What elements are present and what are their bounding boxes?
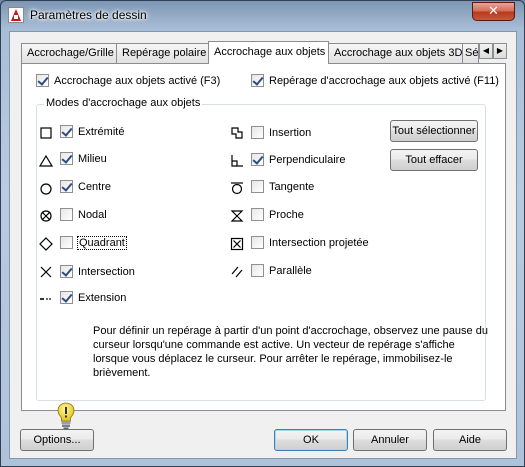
snap-modes-group: Modes d'accrochage aux objets Extrémité … [36,97,488,430]
mode-endpoint[interactable]: Extrémité [60,125,124,138]
intersection-checkbox[interactable] [60,265,73,278]
mode-perpendicular[interactable]: Perpendiculaire [251,153,345,166]
center-checkbox[interactable] [60,180,73,193]
insertion-checkbox[interactable] [251,126,264,139]
endpoint-checkbox[interactable] [60,125,73,138]
tangent-checkbox[interactable] [251,180,264,193]
mode-intersection[interactable]: Intersection [60,265,135,278]
quadrant-icon [39,237,53,251]
tracking-on-checkbox[interactable] [251,74,264,87]
window-title: Paramètres de dessin [30,8,147,22]
parallel-checkbox[interactable] [251,264,264,277]
center-icon [40,183,52,195]
center-label: Centre [78,180,112,193]
perpendicular-icon [231,155,243,167]
insertion-label: Insertion [269,126,312,139]
endpoint-icon [40,127,52,139]
mode-node[interactable]: Nodal [60,208,107,221]
help-button[interactable]: Aide [433,429,507,451]
tab-object-snap[interactable]: Accrochage aux objets [208,41,329,64]
node-checkbox[interactable] [60,208,73,221]
nearest-label: Proche [269,208,304,221]
apparent-intersection-label: Intersection projetée [269,236,369,249]
mode-tangent[interactable]: Tangente [251,180,314,193]
close-button[interactable]: ✕ [472,2,515,21]
tangent-icon [231,182,243,195]
intersection-label: Intersection [78,265,135,278]
intersection-icon [40,266,52,278]
tab-scroll-left-button[interactable]: ◀ [479,43,493,59]
mode-midpoint[interactable]: Milieu [60,152,107,165]
lightbulb-icon [57,402,75,430]
extension-label: Extension [78,291,127,304]
insertion-icon [231,127,243,139]
tracking-info-text: Pour définir un repérage à partir d'un p… [93,325,488,379]
midpoint-checkbox[interactable] [60,152,73,165]
osnap-on-row[interactable]: Accrochage aux objets activé (F3) [36,74,220,87]
perpendicular-label: Perpendiculaire [269,153,346,166]
parallel-label: Parallèle [269,264,312,277]
tab-snap-grid[interactable]: Accrochage/Grille [21,43,117,63]
tab-3d-object-snap[interactable]: Accrochage aux objets 3D [328,43,463,63]
osnap-on-checkbox[interactable] [36,74,49,87]
tangent-label: Tangente [269,180,315,193]
tracking-on-row[interactable]: Repérage d'accrochage aux objets activé … [251,74,499,87]
ok-button[interactable]: OK [274,429,348,451]
mode-extension[interactable]: Extension [60,291,126,304]
mode-center[interactable]: Centre [60,180,111,193]
mode-apparent-intersection[interactable]: Intersection projetée [251,236,369,249]
snap-modes-group-label: Modes d'accrochage aux objets [44,97,203,109]
select-all-button[interactable]: Tout sélectionner [390,120,478,142]
tab-polar-tracking[interactable]: Repérage polaire [116,43,210,63]
tab-scroll-right-button[interactable]: ▶ [493,43,507,59]
node-icon [40,210,52,222]
tab-strip: Accrochage/Grille Repérage polaire Accro… [21,41,507,64]
drawing-settings-dialog: Paramètres de dessin ✕ Accrochage/Grille… [0,0,525,467]
midpoint-label: Milieu [78,152,107,165]
extension-icon [40,298,51,300]
cancel-button[interactable]: Annuler [353,429,427,451]
nearest-checkbox[interactable] [251,208,264,221]
midpoint-icon [39,154,53,167]
mode-parallel[interactable]: Parallèle [251,264,312,277]
quadrant-label: Quadrant [77,235,127,250]
object-snap-panel: Accrochage aux objets activé (F3) Repéra… [21,63,506,430]
apparent-intersection-icon [230,237,244,251]
dialog-client: Accrochage/Grille Repérage polaire Accro… [9,31,517,459]
endpoint-label: Extrémité [78,125,125,138]
nearest-icon [230,210,244,222]
quadrant-checkbox[interactable] [60,236,73,249]
perpendicular-checkbox[interactable] [251,153,264,166]
tracking-on-label: Repérage d'accrochage aux objets activé … [269,74,499,87]
options-button[interactable]: Options... [20,429,94,451]
mode-nearest[interactable]: Proche [251,208,304,221]
title-bar[interactable]: Paramètres de dessin ✕ [1,1,524,30]
mode-insertion[interactable]: Insertion [251,126,311,139]
tab-dynamic-input[interactable]: Sé [462,43,479,63]
parallel-icon [231,266,243,278]
apparent-intersection-checkbox[interactable] [251,236,264,249]
node-label: Nodal [78,208,107,221]
osnap-on-label: Accrochage aux objets activé (F3) [54,74,221,87]
clear-all-button[interactable]: Tout effacer [390,149,478,171]
extension-checkbox[interactable] [60,291,73,304]
mode-quadrant[interactable]: Quadrant [60,235,127,250]
autocad-app-icon [8,7,24,23]
